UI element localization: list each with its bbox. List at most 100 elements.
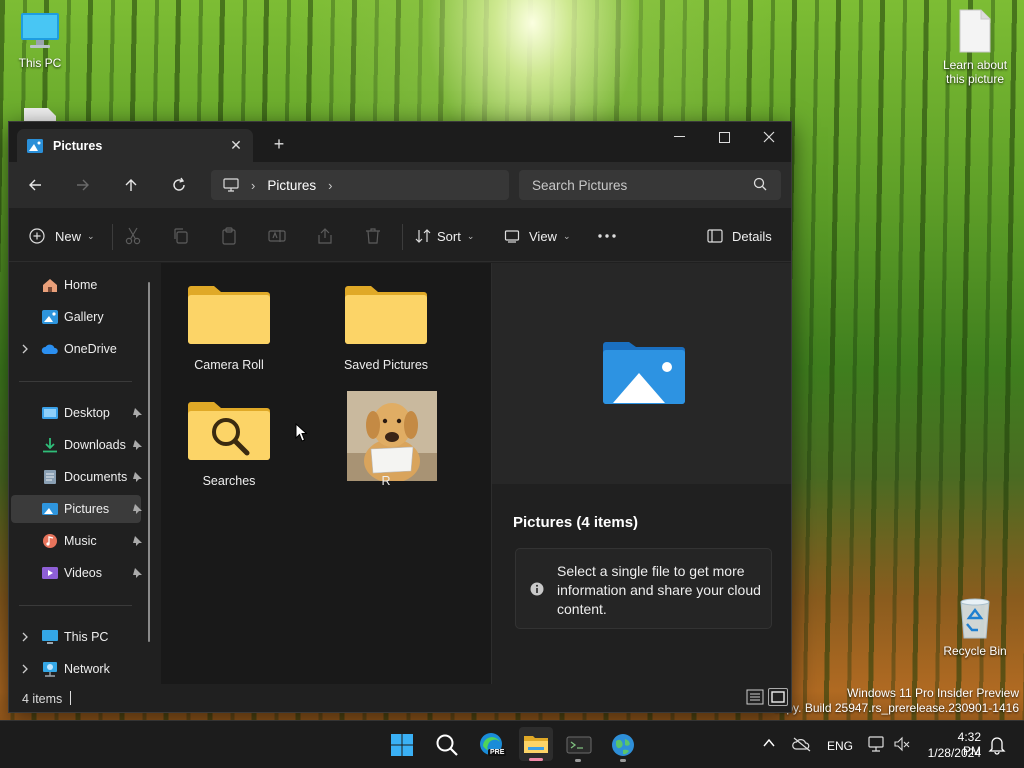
view-button[interactable]: View ⌄ [504, 221, 571, 251]
minimize-button[interactable] [656, 122, 702, 152]
sidebar-item-label: Music [64, 534, 97, 548]
sidebar-item-onedrive[interactable]: OneDrive [11, 335, 141, 363]
sidebar-item-music[interactable]: Music [11, 527, 142, 555]
close-button[interactable] [746, 122, 792, 152]
sidebar-item-label: Pictures [64, 502, 110, 516]
arrow-right-icon [77, 179, 89, 191]
navigation-pane: Home Gallery OneDrive Desktop Downloads … [9, 263, 161, 684]
details-button[interactable]: Details [707, 221, 772, 251]
sidebar-item-home[interactable]: Home [11, 271, 141, 299]
paste-icon[interactable] [219, 226, 239, 246]
document-icon [24, 108, 56, 122]
delete-icon[interactable] [363, 226, 383, 246]
network-tray-button[interactable] [867, 735, 887, 756]
nav-scrollbar[interactable] [148, 282, 150, 642]
ethernet-icon [868, 736, 884, 752]
folder-icon [345, 286, 427, 344]
sidebar-item-label: Videos [64, 566, 102, 580]
details-preview [492, 263, 791, 484]
start-button[interactable] [386, 729, 418, 761]
edge-browser-button[interactable]: PRE [476, 729, 508, 761]
terminal-button[interactable] [563, 729, 595, 762]
share-icon[interactable] [315, 226, 335, 246]
input-language[interactable]: ENG [827, 739, 853, 753]
refresh-button[interactable] [163, 170, 195, 200]
file-name: Searches [202, 474, 256, 488]
cut-icon[interactable] [123, 226, 143, 246]
sidebar-item-gallery[interactable]: Gallery [11, 303, 141, 331]
taskbar-search-button[interactable] [431, 729, 463, 761]
desktop-icon-label: This PC [18, 56, 62, 70]
arrow-left-icon [29, 179, 41, 191]
chevron-right-icon [22, 632, 28, 642]
new-button[interactable]: New ⌄ [29, 221, 95, 251]
details-button-label: Details [732, 228, 772, 244]
sidebar-item-pictures[interactable]: Pictures [11, 495, 142, 523]
show-hidden-icons-button[interactable] [762, 737, 776, 752]
sidebar-item-desktop[interactable]: Desktop [11, 399, 142, 427]
desktop-icon-this-pc[interactable]: This PC [0, 10, 80, 70]
file-explorer-icon [524, 736, 548, 753]
sidebar-item-label: Downloads [64, 438, 126, 452]
globe-app-button[interactable] [607, 729, 639, 762]
tiles-view-toggle[interactable] [768, 688, 788, 706]
up-button[interactable] [115, 170, 147, 200]
chevron-right-icon: › [251, 177, 256, 193]
new-tab-button[interactable]: + [267, 133, 291, 155]
desktop-icon-learn-picture[interactable]: Learn about this picture [935, 8, 1015, 86]
desktop-icon-recycle-bin[interactable]: Recycle Bin [935, 596, 1015, 658]
image-item-r[interactable]: R [321, 391, 451, 497]
watermark-build: copy. Build 25947.rs_prerelease.230901-1… [773, 701, 1019, 715]
title-bar: Pictures ✕ + [9, 122, 791, 162]
details-pane-icon [707, 229, 723, 243]
file-explorer-button[interactable] [519, 727, 553, 761]
sidebar-item-this-pc[interactable]: This PC [11, 623, 141, 651]
sidebar-item-videos[interactable]: Videos [11, 559, 142, 587]
breadcrumb-pictures[interactable]: Pictures [267, 178, 316, 193]
sort-icon [415, 229, 431, 243]
terminal-icon [566, 736, 592, 754]
desktop-icon-label: Recycle Bin [943, 644, 1007, 658]
search-input[interactable] [519, 170, 781, 200]
more-options-button[interactable] [597, 221, 617, 251]
sidebar-item-downloads[interactable]: Downloads [11, 431, 142, 459]
windows-logo-icon [391, 734, 413, 756]
recycle-bin-icon [955, 596, 995, 640]
forward-button[interactable] [67, 170, 99, 200]
info-icon [530, 582, 544, 596]
refresh-icon [173, 177, 185, 191]
details-view-toggle[interactable] [746, 689, 764, 708]
copy-icon[interactable] [171, 226, 191, 246]
toolbar-divider [402, 224, 403, 250]
monitor-icon [19, 10, 61, 52]
back-button[interactable] [19, 170, 51, 200]
status-divider [70, 691, 71, 705]
tab-close-icon[interactable]: ✕ [227, 136, 245, 154]
sidebar-item-label: Desktop [64, 406, 110, 420]
onedrive-tray-button[interactable] [792, 736, 812, 755]
clock-date[interactable]: 1/28/2024 [925, 746, 981, 760]
notifications-button[interactable] [988, 735, 1006, 758]
folder-item-searches[interactable]: Searches [164, 397, 294, 497]
sort-button[interactable]: Sort ⌄ [415, 221, 474, 251]
volume-tray-button[interactable] [893, 736, 911, 755]
sidebar-item-label: OneDrive [64, 342, 117, 356]
desktop-icon [42, 407, 58, 419]
pin-icon [133, 440, 142, 450]
sidebar-item-documents[interactable]: Documents [11, 463, 142, 491]
maximize-button[interactable] [701, 122, 747, 152]
pictures-folder-icon [27, 138, 43, 153]
tab-pictures[interactable]: Pictures ✕ [17, 129, 253, 162]
search-icon[interactable] [753, 177, 767, 194]
sidebar-item-network[interactable]: Network [11, 655, 141, 683]
address-bar[interactable]: › Pictures › [211, 170, 509, 200]
folder-item-camera-roll[interactable]: Camera Roll [164, 281, 294, 381]
image-thumbnail [347, 391, 437, 481]
folder-item-saved-pictures[interactable]: Saved Pictures [321, 281, 451, 381]
status-bar: 4 items [9, 684, 791, 712]
sidebar-item-label: Home [64, 278, 98, 292]
chevron-down-icon: ⌄ [466, 230, 475, 241]
file-name: Camera Roll [194, 358, 264, 372]
rename-icon[interactable] [267, 226, 287, 246]
watermark-edition: Windows 11 Pro Insider Preview [847, 686, 1019, 700]
